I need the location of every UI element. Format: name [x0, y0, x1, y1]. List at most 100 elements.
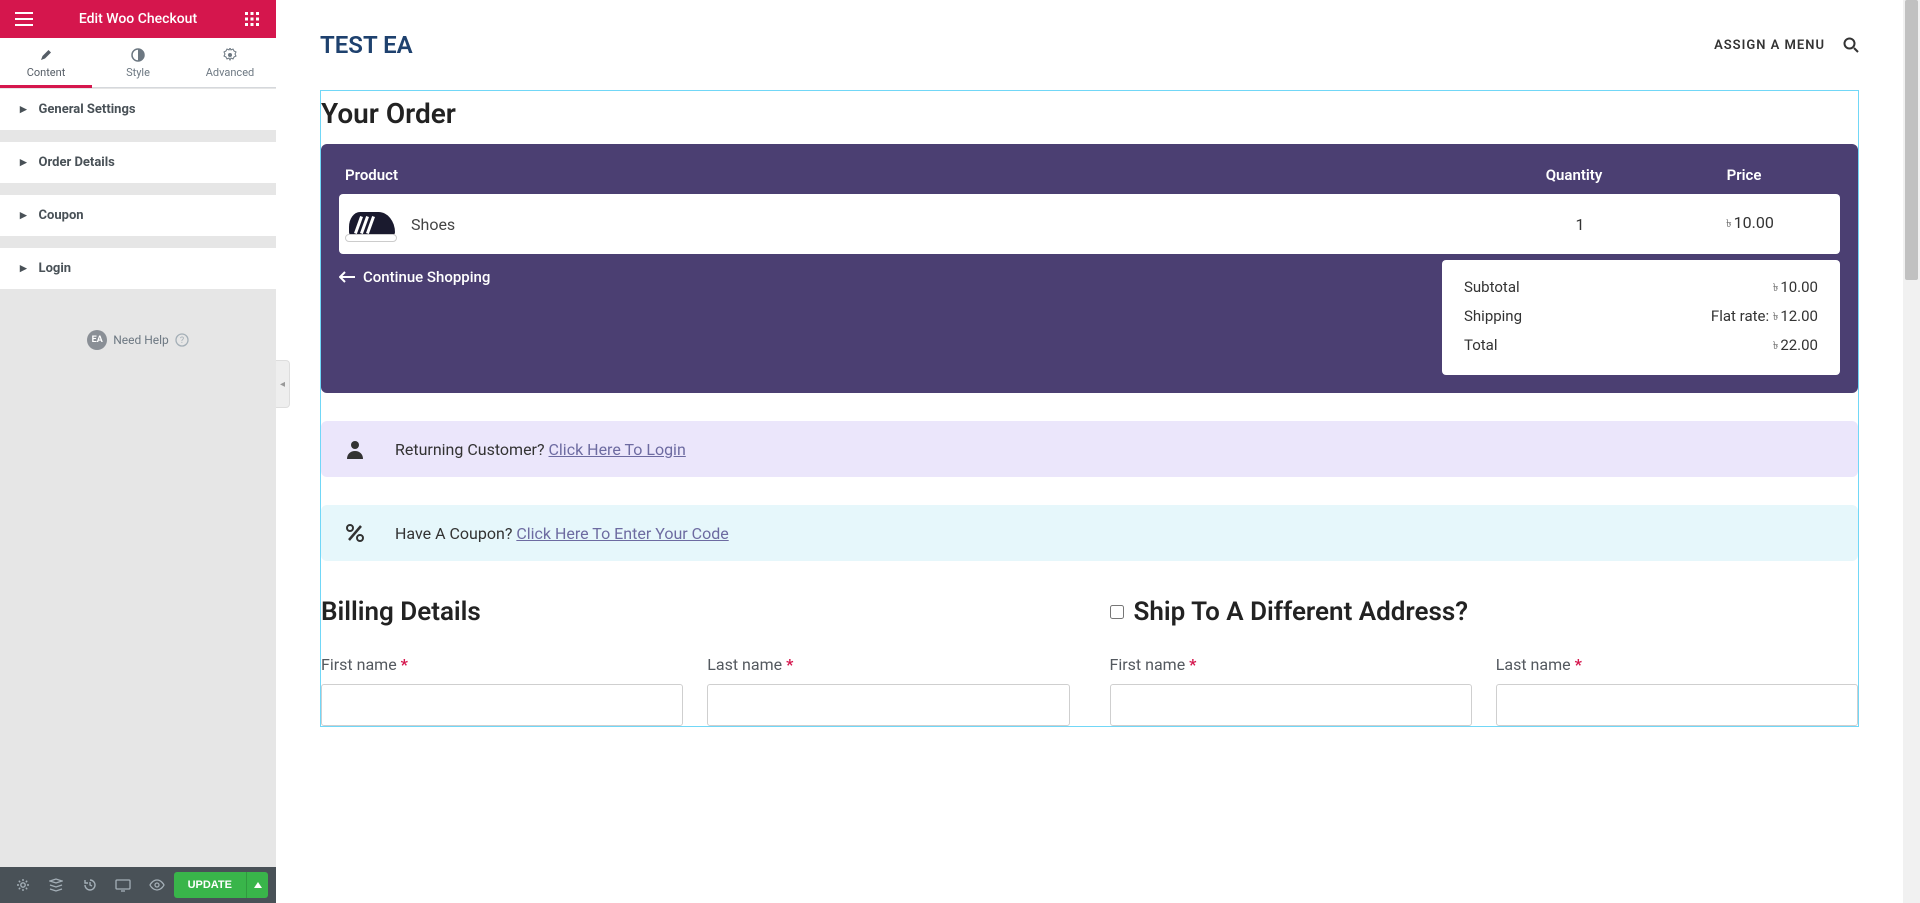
shipping-last-name-input[interactable] — [1496, 684, 1858, 726]
update-button[interactable]: UPDATE — [174, 872, 246, 898]
panel-tabs: Content Style Advanced — [0, 38, 276, 88]
help-icon: ? — [175, 333, 189, 347]
contrast-icon — [92, 48, 184, 62]
pencil-icon — [0, 48, 92, 62]
history-icon[interactable] — [73, 867, 107, 903]
coupon-link[interactable]: Click Here To Enter Your Code — [516, 524, 728, 543]
caret-right-icon: ▸ — [20, 155, 27, 170]
section-label: Coupon — [39, 208, 84, 223]
tab-style[interactable]: Style — [92, 38, 184, 87]
section-label: Order Details — [39, 155, 115, 170]
product-price: ৳10.00 — [1660, 213, 1840, 235]
order-title: Your Order — [321, 91, 1858, 144]
search-icon[interactable] — [1843, 37, 1859, 53]
order-box: Product Quantity Price Shoes 1 — [321, 144, 1858, 393]
elementor-panel: Edit Woo Checkout Content Style Advanced — [0, 0, 276, 903]
order-row: Shoes 1 ৳10.00 — [339, 194, 1840, 254]
arrow-left-icon — [339, 271, 355, 283]
panel-sections: ▸ General Settings ▸ Order Details ▸ Cou… — [0, 88, 276, 867]
percent-icon — [343, 523, 367, 543]
preview-area: TEST EA ASSIGN A MENU Your Order Product… — [276, 0, 1903, 903]
product-thumb — [339, 202, 403, 246]
login-text: Returning Customer? Click Here To Login — [395, 440, 686, 459]
shipping-label: Shipping — [1464, 307, 1522, 328]
site-header: TEST EA ASSIGN A MENU — [276, 0, 1903, 90]
billing-grid: Billing Details First name * Last name *… — [321, 597, 1858, 726]
need-help[interactable]: EA Need Help ? — [0, 330, 276, 350]
caret-right-icon: ▸ — [20, 261, 27, 276]
settings-icon[interactable] — [6, 867, 40, 903]
section-label: Login — [39, 261, 72, 276]
main-scrollbar[interactable] — [1903, 0, 1920, 903]
section-label: General Settings — [39, 102, 136, 117]
update-group: UPDATE — [174, 872, 268, 898]
shipping-title: Ship To A Different Address? — [1110, 597, 1859, 627]
subtotal-label: Subtotal — [1464, 278, 1520, 299]
scrollbar-thumb[interactable] — [1905, 0, 1918, 280]
svg-text:?: ? — [180, 336, 184, 346]
gear-icon — [184, 48, 276, 62]
total-label: Total — [1464, 336, 1498, 357]
shipping-first-name-field: First name * — [1110, 655, 1472, 726]
billing-last-name-input[interactable] — [707, 684, 1069, 726]
total-value: ৳22.00 — [1773, 336, 1818, 357]
panel-footer: UPDATE — [0, 867, 276, 903]
tab-label: Advanced — [206, 66, 254, 79]
ea-badge-icon: EA — [87, 330, 107, 350]
user-icon — [343, 439, 367, 459]
section-coupon[interactable]: ▸ Coupon — [0, 194, 276, 237]
site-brand[interactable]: TEST EA — [320, 31, 413, 59]
col-product-header: Product — [345, 166, 1494, 184]
subtotal-value: ৳10.00 — [1773, 278, 1818, 299]
shipping-last-name-field: Last name * — [1496, 655, 1858, 726]
site-nav: ASSIGN A MENU — [1714, 37, 1859, 53]
section-general-settings[interactable]: ▸ General Settings — [0, 88, 276, 131]
product-name: Shoes — [403, 215, 1500, 234]
apps-icon[interactable] — [240, 7, 264, 31]
tab-label: Content — [27, 66, 66, 79]
section-login[interactable]: ▸ Login — [0, 247, 276, 290]
panel-title: Edit Woo Checkout — [36, 11, 240, 27]
billing-first-name-input[interactable] — [321, 684, 683, 726]
section-order-details[interactable]: ▸ Order Details — [0, 141, 276, 184]
order-totals: Subtotal ৳10.00 Shipping Flat rate: ৳12.… — [1442, 260, 1840, 375]
shipping-first-name-input[interactable] — [1110, 684, 1472, 726]
responsive-icon[interactable] — [107, 867, 141, 903]
coupon-text: Have A Coupon? Click Here To Enter Your … — [395, 524, 729, 543]
navigator-icon[interactable] — [40, 867, 74, 903]
assign-menu-link[interactable]: ASSIGN A MENU — [1714, 38, 1825, 53]
order-table-head: Product Quantity Price — [335, 158, 1844, 194]
currency-symbol: ৳ — [1726, 217, 1731, 230]
continue-label: Continue Shopping — [363, 268, 490, 286]
first-name-label: First name * — [1110, 655, 1197, 674]
product-qty: 1 — [1500, 215, 1660, 234]
update-dropdown-button[interactable] — [246, 872, 268, 898]
tab-content[interactable]: Content — [0, 38, 92, 87]
login-link[interactable]: Click Here To Login — [549, 440, 686, 459]
tab-label: Style — [126, 66, 150, 79]
login-notice: Returning Customer? Click Here To Login — [321, 421, 1858, 477]
panel-collapse-handle[interactable]: ◂ — [276, 360, 290, 408]
billing-details: Billing Details First name * Last name * — [321, 597, 1070, 726]
caret-right-icon: ▸ — [20, 102, 27, 117]
preview-icon[interactable] — [140, 867, 174, 903]
woo-checkout-widget[interactable]: Your Order Product Quantity Price Sh — [320, 90, 1859, 727]
billing-title: Billing Details — [321, 597, 1070, 627]
panel-header: Edit Woo Checkout — [0, 0, 276, 38]
last-name-label: Last name * — [1496, 655, 1582, 674]
shoe-image — [343, 202, 399, 246]
col-price-header: Price — [1654, 166, 1834, 184]
shipping-details: Ship To A Different Address? First name … — [1110, 597, 1859, 726]
coupon-notice: Have A Coupon? Click Here To Enter Your … — [321, 505, 1858, 561]
continue-shopping-link[interactable]: Continue Shopping — [339, 268, 490, 286]
shipping-value: Flat rate: ৳12.00 — [1711, 307, 1818, 328]
tab-advanced[interactable]: Advanced — [184, 38, 276, 87]
col-qty-header: Quantity — [1494, 166, 1654, 184]
billing-first-name-field: First name * — [321, 655, 683, 726]
last-name-label: Last name * — [707, 655, 793, 674]
first-name-label: First name * — [321, 655, 408, 674]
need-help-label: Need Help — [113, 333, 169, 347]
ship-different-checkbox[interactable] — [1110, 605, 1124, 619]
menu-icon[interactable] — [12, 7, 36, 31]
caret-right-icon: ▸ — [20, 208, 27, 223]
